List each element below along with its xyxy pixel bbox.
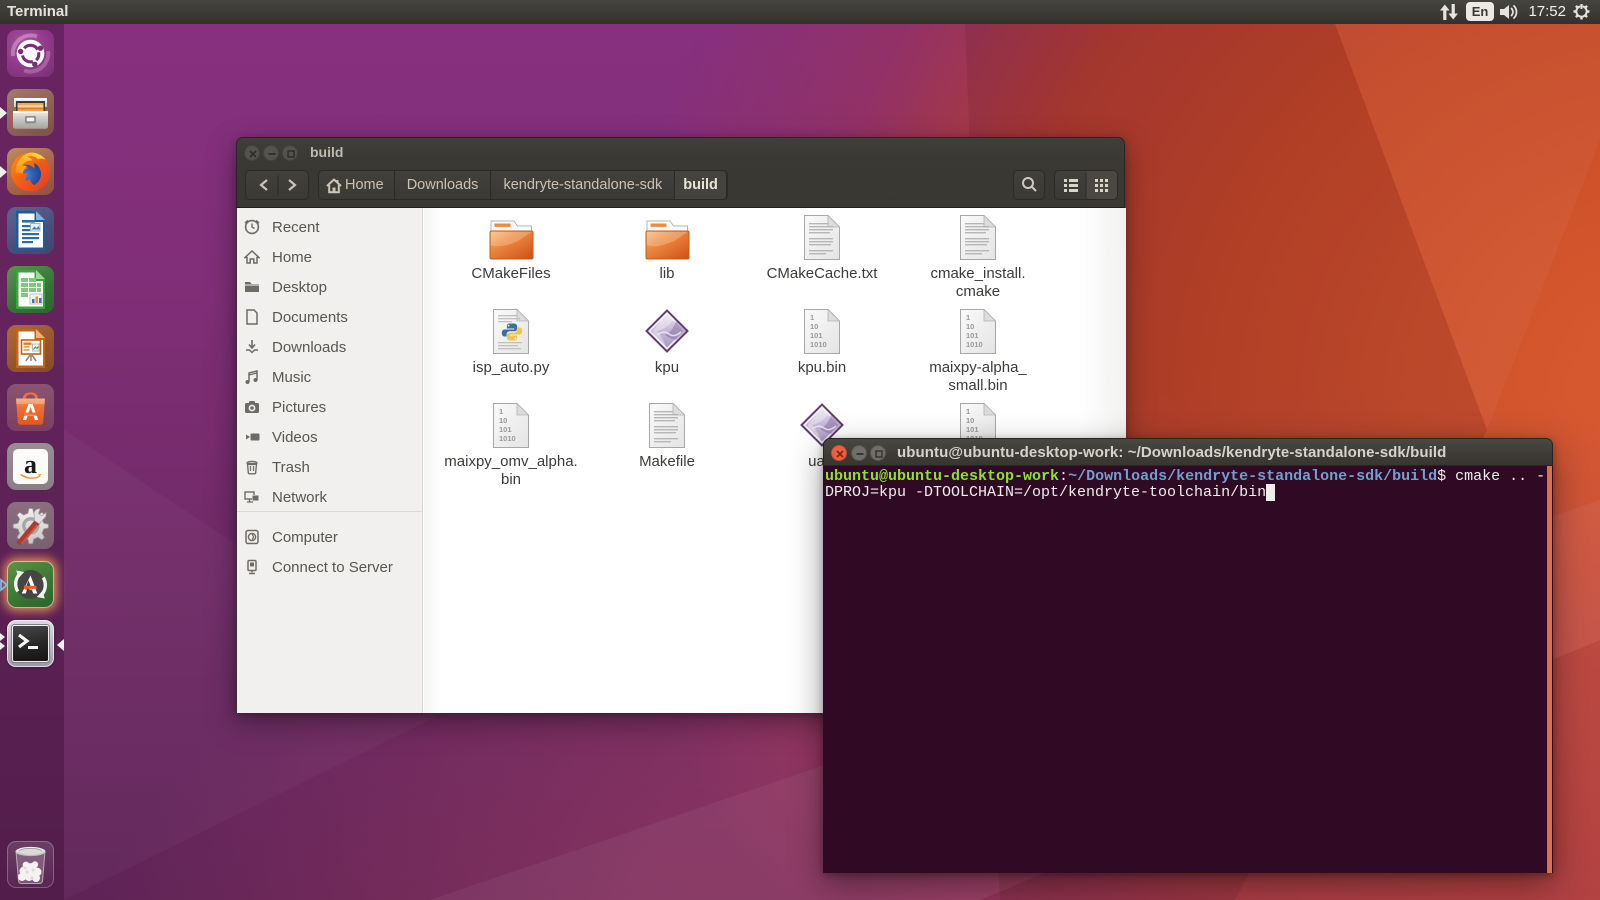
svg-text:101: 101: [966, 425, 979, 434]
svg-text:101: 101: [966, 331, 979, 340]
svg-text:A: A: [22, 399, 39, 425]
svg-text:101: 101: [499, 425, 512, 434]
svg-text:10: 10: [810, 322, 818, 331]
svg-text:1: 1: [810, 313, 814, 322]
svg-text:1: 1: [966, 407, 970, 416]
svg-text:a: a: [24, 450, 37, 479]
svg-text:10: 10: [966, 416, 974, 425]
svg-text:1010: 1010: [499, 434, 516, 443]
svg-text:101: 101: [810, 331, 823, 340]
svg-text:1010: 1010: [966, 340, 983, 349]
svg-text:1010: 1010: [810, 340, 827, 349]
svg-text:10: 10: [499, 416, 507, 425]
svg-text:1: 1: [499, 407, 503, 416]
svg-text:10: 10: [966, 322, 974, 331]
svg-text:1: 1: [966, 313, 970, 322]
